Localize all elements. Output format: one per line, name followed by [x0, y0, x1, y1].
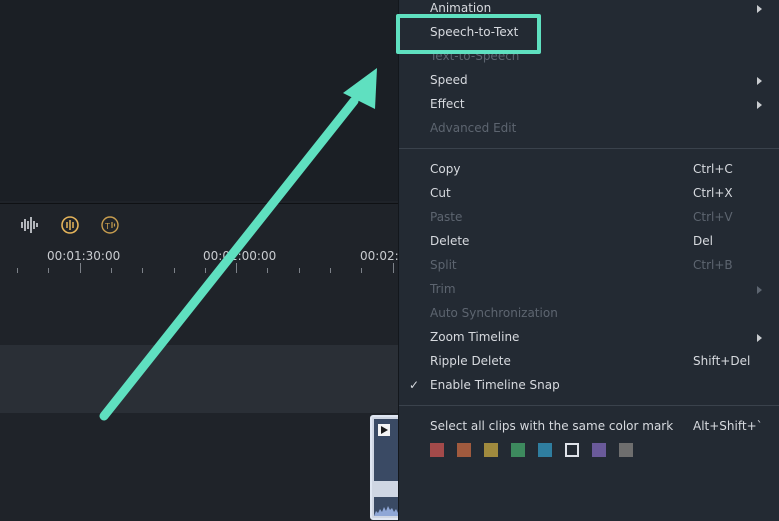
audio-waveform-icon[interactable]	[19, 214, 41, 236]
svg-text:T: T	[104, 222, 110, 231]
ruler-tick	[361, 268, 362, 273]
menu-item-split[interactable]: Split	[430, 258, 457, 272]
shortcut-ripple-delete: Shift+Del	[693, 354, 751, 368]
shortcut-cut: Ctrl+X	[693, 186, 733, 200]
submenu-arrow-icon	[757, 77, 762, 85]
ruler-tick	[111, 268, 112, 273]
audio-stretch-icon[interactable]	[59, 214, 81, 236]
ruler-tick	[80, 263, 81, 273]
color-mark-swatch[interactable]	[538, 443, 552, 457]
shortcut-paste: Ctrl+V	[693, 210, 733, 224]
shortcut-split: Ctrl+B	[693, 258, 733, 272]
menu-separator	[399, 148, 779, 149]
context-menu: Animation Speech-to-Text Text-to-Speech …	[398, 0, 779, 521]
menu-item-delete[interactable]: Delete	[430, 234, 469, 248]
text-to-speech-icon[interactable]: T	[99, 214, 121, 236]
menu-separator	[399, 405, 779, 406]
submenu-arrow-icon	[757, 5, 762, 13]
play-icon[interactable]	[378, 424, 390, 436]
submenu-arrow-icon	[757, 334, 762, 342]
shortcut-select-same-color: Alt+Shift+`	[693, 419, 763, 433]
menu-item-enable-timeline-snap[interactable]: Enable Timeline Snap	[430, 378, 560, 392]
ruler-tick	[142, 268, 143, 273]
menu-item-animation[interactable]: Animation	[430, 1, 491, 15]
ruler-tick	[330, 268, 331, 273]
submenu-arrow-icon	[757, 101, 762, 109]
color-mark-swatch[interactable]	[592, 443, 606, 457]
menu-item-copy[interactable]: Copy	[430, 162, 460, 176]
ruler-tick	[236, 263, 237, 273]
ruler-tick	[174, 268, 175, 273]
menu-item-auto-synchronization[interactable]: Auto Synchronization	[430, 306, 558, 320]
menu-item-effect[interactable]: Effect	[430, 97, 465, 111]
color-mark-swatch[interactable]	[484, 443, 498, 457]
color-mark-swatch[interactable]	[430, 443, 444, 457]
menu-item-select-same-color[interactable]: Select all clips with the same color mar…	[430, 419, 673, 433]
menu-item-cut[interactable]: Cut	[430, 186, 451, 200]
ruler-tick	[267, 268, 268, 273]
menu-item-paste[interactable]: Paste	[430, 210, 462, 224]
ruler-tick	[205, 268, 206, 273]
ruler-tick	[48, 268, 49, 273]
timecode-label: 00:02:00:00	[203, 249, 277, 263]
ruler-tick	[393, 263, 394, 273]
color-mark-swatch[interactable]	[457, 443, 471, 457]
submenu-arrow-icon	[757, 286, 762, 294]
color-mark-swatch[interactable]	[619, 443, 633, 457]
ruler-tick	[17, 268, 18, 273]
shortcut-copy: Ctrl+C	[693, 162, 733, 176]
ruler-tick	[299, 268, 300, 273]
timecode-label: 00:01:30:00	[47, 249, 121, 263]
color-mark-swatch[interactable]	[565, 443, 579, 457]
shortcut-delete: Del	[693, 234, 713, 248]
menu-item-zoom-timeline[interactable]: Zoom Timeline	[430, 330, 519, 344]
color-mark-swatch[interactable]	[511, 443, 525, 457]
menu-item-trim[interactable]: Trim	[430, 282, 456, 296]
menu-item-advanced-edit[interactable]: Advanced Edit	[430, 121, 516, 135]
checkmark-icon: ✓	[409, 378, 420, 392]
annotation-highlight-box	[396, 14, 541, 54]
menu-item-speed[interactable]: Speed	[430, 73, 468, 87]
menu-item-ripple-delete[interactable]: Ripple Delete	[430, 354, 511, 368]
